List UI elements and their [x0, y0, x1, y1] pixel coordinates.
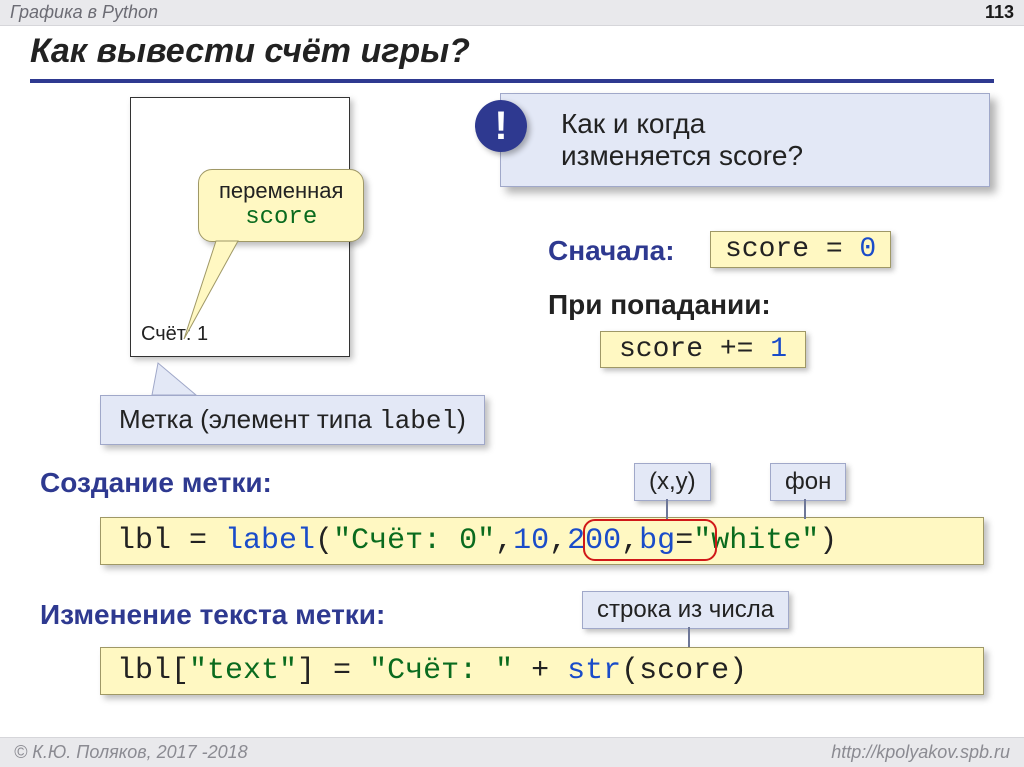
section-modify-label: Изменение текста метки: — [40, 599, 385, 631]
footer-url: http://kpolyakov.spb.ru — [831, 742, 1010, 763]
first-code-pre: score = — [725, 234, 859, 265]
c2-p3: (score) — [621, 654, 747, 688]
callout-question: ! Как и когда изменяется score? — [500, 93, 990, 187]
c2-str: "Счёт: " — [369, 654, 513, 688]
c1-end: ) — [819, 524, 837, 558]
slide-footer: © К.Ю. Поляков, 2017 -2018 http://kpolya… — [0, 737, 1024, 767]
onhit-code-pre: score += — [619, 334, 770, 365]
popup-xy: (x,y) — [634, 463, 711, 501]
title-underline — [30, 79, 994, 83]
slide-title: Как вывести счёт игры? — [30, 32, 470, 70]
c1-p1: lbl = — [117, 524, 225, 558]
tag-variable-score: переменная score — [198, 169, 364, 242]
tag-line1: переменная — [219, 178, 343, 204]
c1-str: "Счёт: 0" — [333, 524, 495, 558]
page-number: 113 — [985, 2, 1014, 23]
first-code-zero: 0 — [859, 234, 876, 265]
c2-plus: + — [513, 654, 567, 688]
connector-bg-icon — [804, 499, 806, 519]
callout-line2: изменяется score? — [561, 140, 971, 172]
connector-xy-icon — [666, 499, 668, 519]
code-create-label: lbl = label("Счёт: 0",10,200,bg="white") — [100, 517, 984, 565]
onhit-label: При попадании: — [548, 289, 771, 321]
c2-key: "text" — [189, 654, 297, 688]
note-after: ) — [457, 404, 466, 434]
c1-p2: ( — [315, 524, 333, 558]
topic-label: Графика в Python — [10, 2, 158, 23]
slide-header: Графика в Python 113 — [0, 0, 1024, 26]
note-label-element: Метка (элемент типа label) — [100, 395, 485, 445]
exclamation-icon: ! — [475, 100, 527, 152]
c1-fn: label — [225, 524, 315, 558]
c2-p1: lbl[ — [117, 654, 189, 688]
tag-line2-code: score — [219, 204, 343, 231]
c1-comma: , — [495, 524, 513, 558]
note-pointer-icon — [148, 359, 208, 399]
red-ring-xy — [583, 519, 717, 561]
first-code: score = 0 — [710, 231, 891, 268]
onhit-code: score += 1 — [600, 331, 806, 368]
c2-p2: ] = — [297, 654, 369, 688]
popup-str-from-num: строка из числа — [582, 591, 789, 629]
c1-c2: , — [549, 524, 567, 558]
callout-line1: Как и когда — [561, 108, 971, 140]
onhit-code-one: 1 — [770, 334, 787, 365]
code-modify-label: lbl["text"] = "Счёт: " + str(score) — [100, 647, 984, 695]
c1-n1: 10 — [513, 524, 549, 558]
tag-tail-icon — [176, 235, 246, 345]
first-label: Сначала: — [548, 235, 675, 267]
note-before: Метка (элемент типа — [119, 404, 379, 434]
title-row: Как вывести счёт игры? — [0, 26, 1024, 75]
popup-bg: фон — [770, 463, 846, 501]
section-create-label: Создание метки: — [40, 467, 272, 499]
footer-copyright: © К.Ю. Поляков, 2017 -2018 — [14, 742, 248, 763]
note-code: label — [379, 406, 457, 436]
c2-fn: str — [567, 654, 621, 688]
